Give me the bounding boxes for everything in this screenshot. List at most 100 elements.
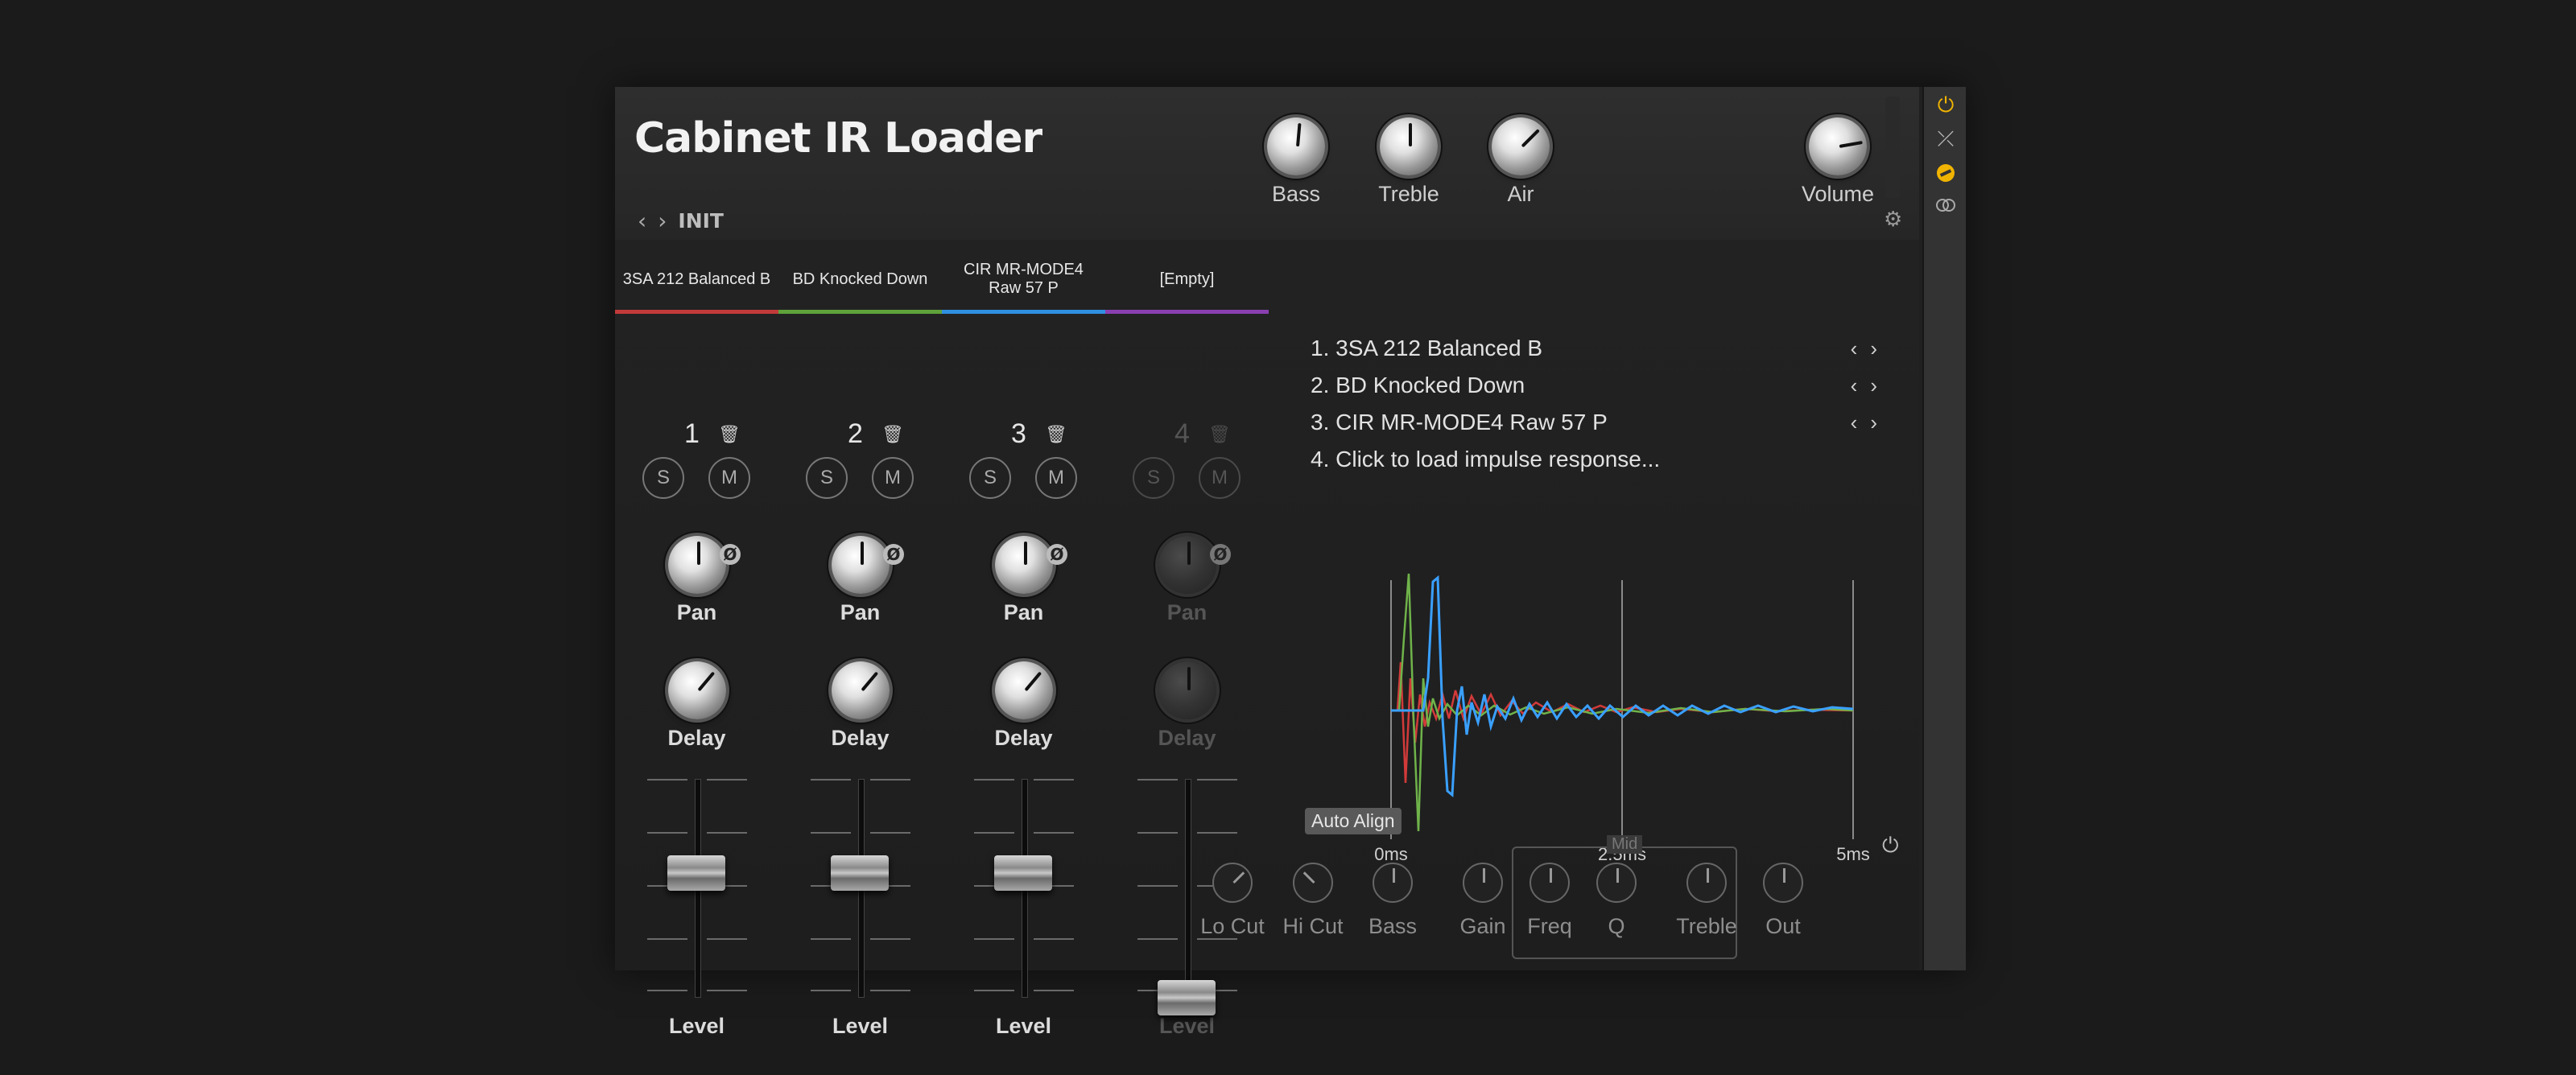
bass-knob[interactable] [1267,117,1325,175]
eq-out-label: Out [1765,914,1801,938]
level-fader[interactable] [811,779,910,998]
pan-label: Pan [676,600,717,624]
eq-gain-knob[interactable] [1463,863,1503,903]
eq-freq-knob[interactable] [1530,863,1570,903]
eq-out-group[interactable]: Out [1743,863,1823,939]
ir-list-item-label: 3. CIR MR-MODE4 Raw 57 P [1311,410,1608,435]
volume-knob-group[interactable]: Volume [1794,117,1882,207]
solo-button[interactable]: S [1133,457,1174,499]
eq-q-knob[interactable] [1596,863,1637,903]
fader-handle[interactable] [831,855,889,891]
phase-invert-button[interactable]: Ø [720,544,741,565]
preset-selector[interactable]: ‹ › INIT [638,208,724,234]
pan-label: Pan [1003,600,1044,624]
fader-tick [707,990,747,991]
delay-knob[interactable] [668,661,726,719]
trash-icon[interactable]: 🗑 [1208,425,1231,445]
fader-tick [1137,885,1178,887]
fader-tick [1197,779,1237,781]
fader-rail[interactable] [1185,779,1191,998]
auto-align-button[interactable]: Auto Align [1305,808,1402,834]
eq-hi-cut-group[interactable]: Hi Cut [1273,863,1353,939]
power-icon[interactable]: ⏻ [1934,93,1958,117]
fader-handle[interactable] [1158,980,1216,1015]
treble-knob[interactable] [1380,117,1438,175]
eq-bass-knob[interactable] [1373,863,1413,903]
tab-ir-2[interactable]: BD Knocked Down [778,245,942,314]
treble-knob-group[interactable]: Treble [1373,117,1444,207]
bass-label: Bass [1271,182,1321,206]
tuner-icon[interactable] [1934,161,1958,185]
eq-treble-knob[interactable] [1686,863,1727,903]
gear-icon[interactable]: ⚙ [1884,208,1902,232]
eq-bass-group[interactable]: Bass [1352,863,1433,939]
pan-knob[interactable] [1158,536,1216,594]
fader-tick [1034,990,1074,991]
fader-tick [870,779,910,781]
eq-treble-label: Treble [1676,914,1737,938]
volume-knob[interactable] [1809,117,1867,175]
collapse-icon[interactable]: ⤫ [1934,127,1958,151]
ir-list-item[interactable]: 2. BD Knocked Down ‹› [1311,367,1890,404]
tab-ir-3[interactable]: CIR MR-MODE4 Raw 57 P [942,245,1105,314]
mid-band-label: Mid [1607,835,1643,854]
air-knob-group[interactable]: Air [1485,117,1556,207]
delay-knob[interactable] [995,661,1053,719]
level-fader[interactable] [647,779,747,998]
eq-hi-cut-knob[interactable] [1293,863,1333,903]
eq-power-icon[interactable]: ⏻ [1882,834,1899,859]
eq-q-group[interactable]: Q [1576,863,1657,939]
plugin-window: Cabinet IR Loader ‹ › INIT Bass Treble A… [615,87,1966,1038]
preset-next-button[interactable]: › [658,208,667,234]
fader-handle[interactable] [667,855,725,891]
mute-button[interactable]: M [1199,457,1241,499]
air-knob[interactable] [1492,117,1550,175]
ir-nav-arrows[interactable]: ‹› [1851,336,1890,361]
link-icon[interactable] [1934,193,1958,217]
solo-button[interactable]: S [806,457,848,499]
ir-nav-arrows[interactable]: ‹› [1851,410,1890,435]
fader-handle[interactable] [994,855,1052,891]
eq-treble-group[interactable]: Treble [1666,863,1747,939]
delay-knob[interactable] [1158,661,1216,719]
preset-prev-button[interactable]: ‹ [638,208,646,234]
tab-ir-1[interactable]: 3SA 212 Balanced B [615,245,778,314]
phase-invert-button[interactable]: Ø [883,544,904,565]
phase-invert-button[interactable]: Ø [1210,544,1231,565]
trash-icon[interactable]: 🗑 [1045,425,1067,445]
pan-knob[interactable] [832,536,890,594]
header-scrollbar[interactable] [1885,97,1900,198]
preset-name[interactable]: INIT [678,209,724,233]
phase-invert-button[interactable]: Ø [1046,544,1067,565]
bass-knob-group[interactable]: Bass [1261,117,1331,207]
ir-list-item[interactable]: 3. CIR MR-MODE4 Raw 57 P ‹› [1311,404,1890,441]
solo-button[interactable]: S [642,457,684,499]
tab-ir-4[interactable]: [Empty] [1105,245,1269,314]
fader-tick [647,832,687,834]
pan-knob[interactable] [995,536,1053,594]
graph-tick-0ms: 0ms [1374,844,1408,864]
ir-tabs: 3SA 212 Balanced B BD Knocked Down CIR M… [615,245,1269,317]
ir-nav-arrows[interactable]: ‹› [1851,373,1890,398]
fader-tick [647,938,687,940]
ir-list-item[interactable]: 4. Click to load impulse response... [1311,441,1890,478]
mute-button[interactable]: M [1035,457,1077,499]
tab-ir-3-color [942,310,1105,314]
eq-lo-cut-group[interactable]: Lo Cut [1192,863,1273,939]
solo-button[interactable]: S [969,457,1011,499]
trash-icon[interactable]: 🗑 [718,425,741,445]
eq-out-knob[interactable] [1763,863,1803,903]
level-fader[interactable] [974,779,1074,998]
mute-button[interactable]: M [708,457,750,499]
pan-knob[interactable] [668,536,726,594]
channel-strip-2: 2 🗑 S M Pan Ø Delay Level [778,328,942,1038]
eq-lo-cut-knob[interactable] [1212,863,1253,903]
trash-icon[interactable]: 🗑 [881,425,904,445]
channel-number: 2 [848,418,863,449]
fader-tick [811,990,851,991]
ir-list-item[interactable]: 1. 3SA 212 Balanced B ‹› [1311,330,1890,367]
delay-knob[interactable] [832,661,890,719]
volume-label: Volume [1801,182,1875,206]
mute-button[interactable]: M [872,457,914,499]
tab-ir-2-color [778,310,942,314]
